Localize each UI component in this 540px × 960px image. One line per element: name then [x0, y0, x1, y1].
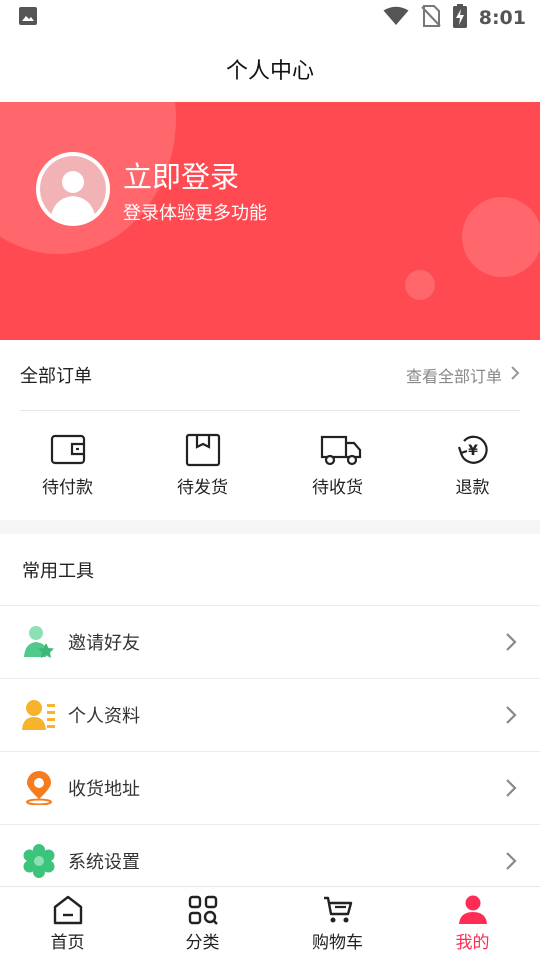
order-refund[interactable]: ¥ 退款	[405, 411, 540, 519]
page-title: 个人中心	[225, 59, 314, 84]
tab-label: 首页	[50, 933, 85, 953]
view-all-orders-label: 查看全部订单	[405, 367, 502, 386]
tool-invite-friends[interactable]: 邀请好友	[0, 606, 540, 679]
tool-label: 系统设置	[68, 852, 140, 873]
chevron-right-icon	[504, 632, 518, 652]
refund-yen-icon: ¥	[455, 433, 491, 467]
tab-label: 分类	[185, 933, 220, 953]
battery-charging-icon	[452, 4, 467, 32]
home-icon	[52, 894, 84, 926]
profile-banner[interactable]: 立即登录 登录体验更多功能	[0, 102, 540, 340]
decor-bubble	[462, 197, 540, 277]
order-item-label: 待发货	[177, 477, 228, 498]
image-icon	[18, 6, 38, 30]
chevron-right-icon	[510, 365, 520, 385]
title-bar: 个人中心	[0, 36, 540, 102]
wifi-icon	[383, 6, 409, 30]
decor-bubble	[405, 270, 435, 300]
tools-section: 常用工具 邀请好友 个人资料 收货地址 系统设置	[0, 534, 540, 898]
chevron-right-icon	[504, 705, 518, 725]
wallet-icon	[50, 433, 86, 467]
cart-icon	[322, 894, 354, 926]
tool-label: 个人资料	[68, 706, 140, 727]
clock: 8:01	[478, 7, 526, 29]
tool-profile-info[interactable]: 个人资料	[0, 679, 540, 752]
chevron-right-icon	[504, 778, 518, 798]
default-avatar-icon	[40, 156, 106, 222]
order-status-grid: 待付款 待发货 待收货 ¥ 退款	[0, 411, 540, 519]
location-pin-icon	[22, 771, 56, 805]
orders-header: 全部订单 查看全部订单	[20, 340, 520, 411]
user-icon	[457, 894, 489, 926]
order-pending-receipt[interactable]: 待收货	[270, 411, 405, 519]
view-all-orders-link[interactable]: 查看全部订单	[406, 363, 520, 387]
tab-cart[interactable]: 购物车	[270, 887, 405, 960]
tab-label: 购物车	[312, 933, 363, 953]
tab-home[interactable]: 首页	[0, 887, 135, 960]
truck-icon	[320, 433, 361, 467]
order-pending-shipment[interactable]: 待发货	[135, 411, 270, 519]
avatar[interactable]	[36, 152, 110, 226]
order-item-label: 待收货	[312, 477, 363, 498]
settings-gear-icon	[22, 844, 56, 878]
tool-label: 邀请好友	[68, 633, 140, 654]
package-icon	[185, 433, 221, 467]
tab-category[interactable]: 分类	[135, 887, 270, 960]
chevron-right-icon	[504, 851, 518, 871]
profile-card-icon	[22, 698, 56, 732]
bottom-tab-bar: 首页 分类 购物车 我的	[0, 886, 540, 960]
tool-shipping-address[interactable]: 收货地址	[0, 752, 540, 825]
order-item-label: 退款	[455, 477, 490, 498]
order-item-label: 待付款	[42, 477, 93, 498]
orders-title: 全部订单	[20, 366, 92, 387]
status-bar: 8:01	[0, 0, 540, 36]
tool-label: 收货地址	[68, 779, 140, 800]
login-title[interactable]: 立即登录	[123, 154, 239, 196]
tab-label: 我的	[455, 933, 490, 953]
login-subtitle: 登录体验更多功能	[123, 203, 267, 224]
category-icon	[187, 894, 219, 926]
tools-title: 常用工具	[0, 534, 540, 606]
tab-mine[interactable]: 我的	[405, 887, 540, 960]
orders-section: 全部订单 查看全部订单 待付款 待发货 待收货 ¥ 退款	[0, 340, 540, 520]
svg-text:¥: ¥	[468, 443, 478, 459]
invite-friend-icon	[22, 625, 56, 659]
order-pending-payment[interactable]: 待付款	[0, 411, 135, 519]
no-sim-icon	[421, 5, 441, 31]
